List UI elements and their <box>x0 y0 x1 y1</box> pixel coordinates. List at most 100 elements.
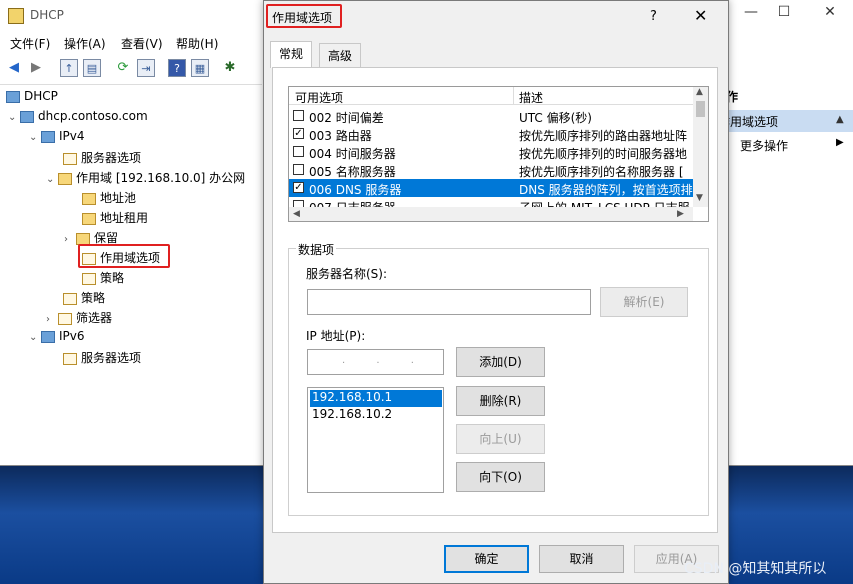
scroll-up-icon[interactable]: ▲ <box>696 87 703 97</box>
column-divider[interactable] <box>513 87 514 105</box>
tab-advanced[interactable]: 高级 <box>319 43 362 67</box>
server-icon <box>20 110 34 123</box>
ip-list-item[interactable]: 192.168.10.2 <box>310 407 442 424</box>
option-row[interactable]: 005 名称服务器 按优先顺序排列的名称服务器 [ <box>289 161 693 179</box>
menu-action[interactable]: 操作(A) <box>64 35 106 52</box>
tree-node-address-leases[interactable]: 地址租用 <box>82 209 148 227</box>
folder-icon <box>58 172 72 185</box>
ip-address-list[interactable]: 192.168.10.1 192.168.10.2 <box>307 387 444 493</box>
tree-node-server-options-v4[interactable]: 服务器选项 <box>63 149 141 167</box>
ipv6-icon <box>41 330 55 343</box>
leases-folder-icon <box>82 212 96 225</box>
list-header: 可用选项 描述 <box>289 87 693 105</box>
option-checkbox[interactable] <box>293 110 304 121</box>
option-row[interactable]: 002 时间偏差 UTC 偏移(秒) <box>289 107 693 125</box>
resolve-button[interactable]: 解析(E) <box>600 287 688 317</box>
maximize-button[interactable]: ☐ <box>769 4 799 20</box>
data-entry-group: 数据项 服务器名称(S): 解析(E) IP 地址(P): . . . 添加(D… <box>288 241 709 516</box>
export-list-icon[interactable]: ⇥ <box>137 59 155 77</box>
chevron-down-icon[interactable]: ⌄ <box>29 332 41 343</box>
dialog-close-button[interactable]: ✕ <box>694 6 707 25</box>
scope-options-highlight <box>78 244 170 268</box>
scroll-left-icon[interactable]: ◀ <box>293 209 300 219</box>
watermark-text: CSDN @知其知其所以 <box>684 561 827 577</box>
ok-button[interactable]: 确定 <box>444 545 529 573</box>
ip-list-item-selected[interactable]: 192.168.10.1 <box>310 390 442 407</box>
menu-help[interactable]: 帮助(H) <box>176 35 218 52</box>
pool-folder-icon <box>82 192 96 205</box>
chevron-down-icon[interactable]: ⌄ <box>8 112 20 123</box>
submenu-arrow-icon: ▶ <box>836 137 844 148</box>
reservations-folder-icon <box>76 232 90 245</box>
server-name-input[interactable] <box>307 289 591 315</box>
actions-pane: 作 作用域选项 ▲ 更多操作 ▶ <box>718 84 853 464</box>
tree-node-dhcp[interactable]: DHCP <box>6 89 58 107</box>
option-checkbox[interactable] <box>293 200 304 207</box>
chevron-down-icon[interactable]: ⌄ <box>29 132 41 143</box>
horizontal-scrollbar[interactable]: ◀ ▶ <box>289 207 693 221</box>
server-name-label: 服务器名称(S): <box>306 267 388 281</box>
window-title: DHCP <box>30 8 64 22</box>
column-description[interactable]: 描述 <box>519 89 543 106</box>
chevron-right-icon[interactable]: › <box>46 314 58 325</box>
filter-icon <box>58 312 72 325</box>
action-pane-icon[interactable]: ▦ <box>191 59 209 77</box>
tree-node-ipv4[interactable]: ⌄ IPv4 <box>29 129 85 147</box>
tree-node-policies-v4[interactable]: 策略 <box>63 289 105 307</box>
option-row[interactable]: 004 时间服务器 按优先顺序排列的时间服务器地 <box>289 143 693 161</box>
tree-node-ipv6[interactable]: ⌄ IPv6 <box>29 329 85 347</box>
scroll-thumb[interactable] <box>696 101 705 117</box>
option-checkbox[interactable]: ✓ <box>293 128 304 139</box>
tree-node-server[interactable]: ⌄ dhcp.contoso.com <box>8 109 148 127</box>
minimize-button[interactable]: — <box>736 4 766 20</box>
actions-scope-options[interactable]: 作用域选项 ▲ <box>718 110 853 132</box>
help-button[interactable]: ? <box>650 9 657 24</box>
option-checkbox[interactable] <box>293 146 304 157</box>
dialog-title-highlight <box>266 4 342 28</box>
forward-arrow-icon[interactable]: ▶ <box>27 59 45 77</box>
back-arrow-icon[interactable]: ◀ <box>5 59 23 77</box>
policy-icon <box>63 292 77 305</box>
show-tree-icon[interactable]: ▤ <box>83 59 101 77</box>
tree-node-scope[interactable]: ⌄ 作用域 [192.168.10.0] 办公网 <box>46 169 245 187</box>
available-options-list[interactable]: 可用选项 描述 002 时间偏差 UTC 偏移(秒) ✓ 003 路由器 按优先顺序排… <box>288 86 709 222</box>
server-tool-icon[interactable]: ✱ <box>221 59 239 77</box>
chevron-down-icon[interactable]: ⌄ <box>46 174 58 185</box>
option-row[interactable]: ✓ 003 路由器 按优先顺序排列的路由器地址阵 <box>289 125 693 143</box>
option-row-selected[interactable]: ✓ 006 DNS 服务器 DNS 服务器的阵列，按首选项排 <box>289 179 693 197</box>
more-actions[interactable]: 更多操作 <box>740 137 788 154</box>
option-checkbox[interactable]: ✓ <box>293 182 304 193</box>
collapse-up-icon[interactable]: ▲ <box>836 114 844 125</box>
refresh-icon[interactable]: ⟳ <box>114 59 132 77</box>
cancel-button[interactable]: 取消 <box>539 545 624 573</box>
menu-file[interactable]: 文件(F) <box>10 35 50 52</box>
option-row[interactable]: 007 日志服务器子网上的 MIT_LCS UDP 日志服 <box>289 197 693 207</box>
add-button[interactable]: 添加(D) <box>456 347 545 377</box>
scope-options-dialog: 作用域选项 ? ✕ 常规 高级 可用选项 描述 002 时间偏差 UTC 偏移(秒… <box>263 0 729 584</box>
scroll-down-icon[interactable]: ▼ <box>696 193 703 203</box>
remove-button[interactable]: 删除(R) <box>456 386 545 416</box>
vertical-scrollbar[interactable]: ▲ ▼ <box>693 87 708 207</box>
general-tab-panel: 可用选项 描述 002 时间偏差 UTC 偏移(秒) ✓ 003 路由器 按优先顺序排… <box>272 67 718 533</box>
tree-node-policies[interactable]: 策略 <box>82 269 124 287</box>
tree-node-server-options-v6[interactable]: 服务器选项 <box>63 349 141 367</box>
tree-node-filters[interactable]: › 筛选器 <box>46 309 112 327</box>
move-up-button[interactable]: 向上(U) <box>456 424 545 454</box>
help-icon[interactable]: ? <box>168 59 186 77</box>
options-icon <box>63 152 77 165</box>
scroll-right-icon[interactable]: ▶ <box>677 209 684 219</box>
options-icon <box>63 352 77 365</box>
tab-general[interactable]: 常规 <box>270 41 313 68</box>
ip-address-input[interactable]: . . . <box>307 349 444 375</box>
menu-view[interactable]: 查看(V) <box>121 35 163 52</box>
ip-address-label: IP 地址(P): <box>306 329 366 343</box>
move-down-button[interactable]: 向下(O) <box>456 462 545 492</box>
dhcp-root-icon <box>6 90 20 103</box>
up-folder-icon[interactable]: ↑ <box>60 59 78 77</box>
close-button[interactable]: ✕ <box>815 4 845 20</box>
tree-node-address-pool[interactable]: 地址池 <box>82 189 136 207</box>
group-label: 数据项 <box>296 241 337 258</box>
column-available-options[interactable]: 可用选项 <box>295 89 343 106</box>
option-checkbox[interactable] <box>293 164 304 175</box>
chevron-right-icon[interactable]: › <box>64 234 76 245</box>
